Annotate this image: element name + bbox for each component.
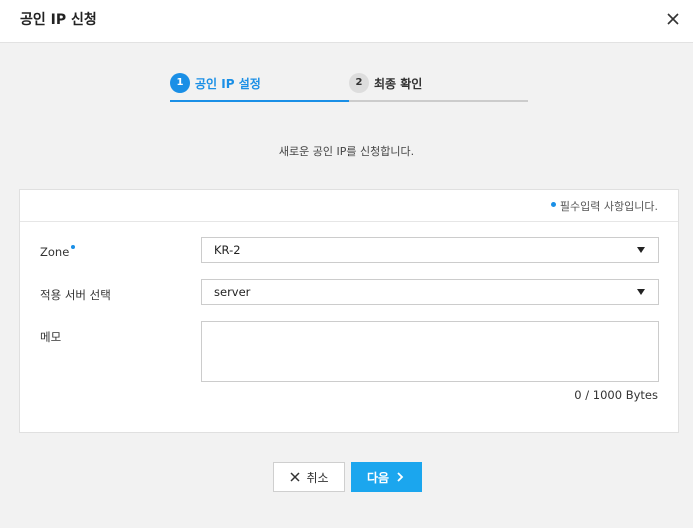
- zone-label-text: Zone: [40, 245, 70, 259]
- step-2-number: 2: [349, 73, 369, 93]
- server-select[interactable]: server: [201, 279, 659, 305]
- memo-label: 메모: [40, 330, 62, 344]
- zone-select-value: KR-2: [214, 243, 241, 257]
- zone-label: Zone: [40, 245, 76, 259]
- dialog-title: 공인 IP 신청: [20, 12, 97, 28]
- chevron-down-icon: [637, 289, 645, 295]
- description: 새로운 공인 IP를 신청합니다.: [278, 145, 415, 158]
- form-card: 필수입력 사항입니다. Zone KR-2 적용 서버 선택 server 메모…: [19, 189, 679, 433]
- step-1: 1 공인 IP 설정: [170, 70, 349, 102]
- close-icon: [290, 472, 300, 482]
- required-note-text: 필수입력 사항입니다.: [559, 200, 658, 213]
- zone-select[interactable]: KR-2: [201, 237, 659, 263]
- chevron-down-icon: [637, 247, 645, 253]
- byte-counter: 0 / 1000 Bytes: [574, 388, 658, 402]
- required-dot-icon: [71, 245, 76, 249]
- close-icon[interactable]: [665, 11, 681, 27]
- step-2: 2 최종 확인: [349, 70, 528, 102]
- required-dot-icon: [550, 202, 556, 207]
- memo-textarea[interactable]: [201, 321, 659, 382]
- step-2-label: 최종 확인: [374, 77, 423, 91]
- chevron-right-icon: [397, 472, 404, 482]
- step-1-number: 1: [170, 73, 190, 93]
- step-1-label: 공인 IP 설정: [195, 77, 261, 91]
- stepper: 1 공인 IP 설정 2 최종 확인: [170, 70, 528, 102]
- dialog-header: 공인 IP 신청: [0, 0, 693, 43]
- divider: [20, 221, 678, 222]
- cancel-button-label: 취소: [306, 470, 329, 485]
- server-label: 적용 서버 선택: [40, 288, 111, 302]
- server-select-value: server: [214, 285, 251, 299]
- next-button-label: 다음: [366, 470, 390, 485]
- next-button[interactable]: 다음: [351, 462, 422, 492]
- dialog: 공인 IP 신청 1 공인 IP 설정 2 최종 확인 새로운 공인 IP를 신…: [0, 0, 693, 528]
- required-note: 필수입력 사항입니다.: [550, 198, 658, 214]
- cancel-button[interactable]: 취소: [273, 462, 345, 492]
